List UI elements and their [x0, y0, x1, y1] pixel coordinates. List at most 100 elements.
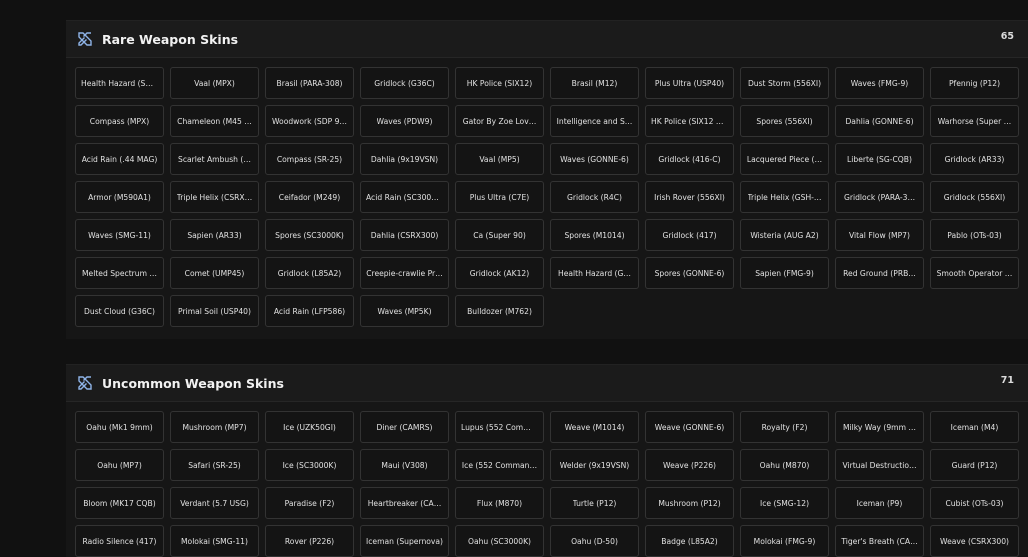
- skin-tile[interactable]: Lupus (552 Comm…: [455, 411, 544, 443]
- skin-tile[interactable]: Mushroom (MP7): [170, 411, 259, 443]
- skin-tile[interactable]: Milky Way (9mm …: [835, 411, 924, 443]
- skin-tile[interactable]: Sapien (AR33): [170, 219, 259, 251]
- skin-tile[interactable]: Safari (SR-25): [170, 449, 259, 481]
- skin-tile[interactable]: Liberte (SG-CQB): [835, 143, 924, 175]
- skin-tile[interactable]: HK Police (SIX12): [455, 67, 544, 99]
- skin-tile[interactable]: Bulldozer (M762): [455, 295, 544, 327]
- skin-tile[interactable]: Red Ground (PRB…: [835, 257, 924, 289]
- skin-tile[interactable]: Verdant (5.7 USG): [170, 487, 259, 519]
- skin-tile[interactable]: Oahu (SC3000K): [455, 525, 544, 557]
- skin-tile[interactable]: Compass (MPX): [75, 105, 164, 137]
- skin-tile[interactable]: Guard (P12): [930, 449, 1019, 481]
- skin-tile[interactable]: Waves (SMG-11): [75, 219, 164, 251]
- skin-tile[interactable]: Iceman (P9): [835, 487, 924, 519]
- skin-tile[interactable]: Acid Rain (SC3000…: [360, 181, 449, 213]
- skin-tile[interactable]: Oahu (Mk1 9mm): [75, 411, 164, 443]
- skin-tile[interactable]: Rover (P226): [265, 525, 354, 557]
- skin-tile[interactable]: Vital Flow (MP7): [835, 219, 924, 251]
- skin-tile[interactable]: Warhorse (Super …: [930, 105, 1019, 137]
- skin-tile[interactable]: Ca (Super 90): [455, 219, 544, 251]
- skin-tile[interactable]: Waves (FMG-9): [835, 67, 924, 99]
- skin-tile[interactable]: Bloom (MK17 CQB): [75, 487, 164, 519]
- skin-tile[interactable]: Spores (556XI): [740, 105, 829, 137]
- skin-tile[interactable]: Welder (9x19VSN): [550, 449, 639, 481]
- skin-tile[interactable]: Pablo (OTs-03): [930, 219, 1019, 251]
- skin-tile[interactable]: Pfennig (P12): [930, 67, 1019, 99]
- skin-tile[interactable]: Smooth Operator …: [930, 257, 1019, 289]
- skin-tile[interactable]: Paradise (F2): [265, 487, 354, 519]
- skin-tile[interactable]: Acid Rain (LFP586): [265, 295, 354, 327]
- skin-tile[interactable]: Molokai (FMG-9): [740, 525, 829, 557]
- skin-tile[interactable]: Triple Helix (CSRX…: [170, 181, 259, 213]
- skin-tile[interactable]: Gridlock (416-C): [645, 143, 734, 175]
- skin-tile[interactable]: Weave (CSRX300): [930, 525, 1019, 557]
- skin-tile[interactable]: Gridlock (417): [645, 219, 734, 251]
- skin-tile[interactable]: Oahu (M870): [740, 449, 829, 481]
- skin-tile[interactable]: Tiger's Breath (CA…: [835, 525, 924, 557]
- skin-tile[interactable]: Scarlet Ambush (…: [170, 143, 259, 175]
- skin-tile[interactable]: Turtle (P12): [550, 487, 639, 519]
- skin-tile[interactable]: Waves (MP5K): [360, 295, 449, 327]
- skin-tile[interactable]: Lacquered Piece (…: [740, 143, 829, 175]
- skin-tile[interactable]: Gridlock (AK12): [455, 257, 544, 289]
- skin-tile[interactable]: Oahu (D-50): [550, 525, 639, 557]
- skin-tile[interactable]: Acid Rain (.44 MAG): [75, 143, 164, 175]
- skin-tile[interactable]: Compass (SR-25): [265, 143, 354, 175]
- skin-tile[interactable]: Cubist (OTs-03): [930, 487, 1019, 519]
- skin-tile[interactable]: Creepie-crawlie Pr…: [360, 257, 449, 289]
- skin-tile[interactable]: Woodwork (SDP 9…: [265, 105, 354, 137]
- skin-tile[interactable]: Gridlock (556XI): [930, 181, 1019, 213]
- skin-tile[interactable]: Spores (GONNE-6): [645, 257, 734, 289]
- skin-tile[interactable]: Oahu (MP7): [75, 449, 164, 481]
- skin-tile[interactable]: Virtual Destructio…: [835, 449, 924, 481]
- skin-tile[interactable]: Iceman (Supernova): [360, 525, 449, 557]
- skin-tile[interactable]: Gridlock (L85A2): [265, 257, 354, 289]
- skin-tile[interactable]: Vaal (MPX): [170, 67, 259, 99]
- skin-tile[interactable]: Weave (GONNE-6): [645, 411, 734, 443]
- skin-tile[interactable]: Plus Ultra (USP40): [645, 67, 734, 99]
- skin-tile[interactable]: Waves (GONNE-6): [550, 143, 639, 175]
- skin-tile[interactable]: Comet (UMP45): [170, 257, 259, 289]
- skin-tile[interactable]: Vaal (MP5): [455, 143, 544, 175]
- skin-tile[interactable]: Iceman (M4): [930, 411, 1019, 443]
- skin-tile[interactable]: Armor (M590A1): [75, 181, 164, 213]
- skin-tile[interactable]: Dahlia (CSRX300): [360, 219, 449, 251]
- skin-tile[interactable]: Spores (SC3000K): [265, 219, 354, 251]
- skin-tile[interactable]: Sapien (FMG-9): [740, 257, 829, 289]
- skin-tile[interactable]: Intelligence and S…: [550, 105, 639, 137]
- skin-tile[interactable]: Health Hazard (G…: [550, 257, 639, 289]
- skin-tile[interactable]: Ice (552 Comman…: [455, 449, 544, 481]
- skin-tile[interactable]: Dahlia (9x19VSN): [360, 143, 449, 175]
- skin-tile[interactable]: Gridlock (PARA-3…: [835, 181, 924, 213]
- skin-tile[interactable]: Spores (M1014): [550, 219, 639, 251]
- skin-tile[interactable]: Ceifador (M249): [265, 181, 354, 213]
- skin-tile[interactable]: Ice (SC3000K): [265, 449, 354, 481]
- skin-tile[interactable]: Badge (L85A2): [645, 525, 734, 557]
- skin-tile[interactable]: Wisteria (AUG A2): [740, 219, 829, 251]
- skin-tile[interactable]: Plus Ultra (C7E): [455, 181, 544, 213]
- skin-tile[interactable]: Ice (SMG-12): [740, 487, 829, 519]
- skin-tile[interactable]: Molokai (SMG-11): [170, 525, 259, 557]
- skin-tile[interactable]: Gator By Zoe Lov…: [455, 105, 544, 137]
- skin-tile[interactable]: Diner (CAMRS): [360, 411, 449, 443]
- skin-tile[interactable]: Weave (P226): [645, 449, 734, 481]
- skin-tile[interactable]: Gridlock (R4C): [550, 181, 639, 213]
- skin-tile[interactable]: Royalty (F2): [740, 411, 829, 443]
- skin-tile[interactable]: Ice (UZK50GI): [265, 411, 354, 443]
- skin-tile[interactable]: Radio Silence (417): [75, 525, 164, 557]
- skin-tile[interactable]: Weave (M1014): [550, 411, 639, 443]
- skin-tile[interactable]: Dust Storm (556XI): [740, 67, 829, 99]
- skin-tile[interactable]: Irish Rover (556XI): [645, 181, 734, 213]
- skin-tile[interactable]: Gridlock (AR33): [930, 143, 1019, 175]
- skin-tile[interactable]: Dahlia (GONNE-6): [835, 105, 924, 137]
- skin-tile[interactable]: Primal Soil (USP40): [170, 295, 259, 327]
- skin-tile[interactable]: HK Police (SIX12 S…: [645, 105, 734, 137]
- skin-tile[interactable]: Waves (PDW9): [360, 105, 449, 137]
- skin-tile[interactable]: Health Hazard (SA…: [75, 67, 164, 99]
- skin-tile[interactable]: Brasil (M12): [550, 67, 639, 99]
- skin-tile[interactable]: Mushroom (P12): [645, 487, 734, 519]
- skin-tile[interactable]: Flux (M870): [455, 487, 544, 519]
- skin-tile[interactable]: Dust Cloud (G36C): [75, 295, 164, 327]
- skin-tile[interactable]: Brasil (PARA-308): [265, 67, 354, 99]
- skin-tile[interactable]: Chameleon (M45 …: [170, 105, 259, 137]
